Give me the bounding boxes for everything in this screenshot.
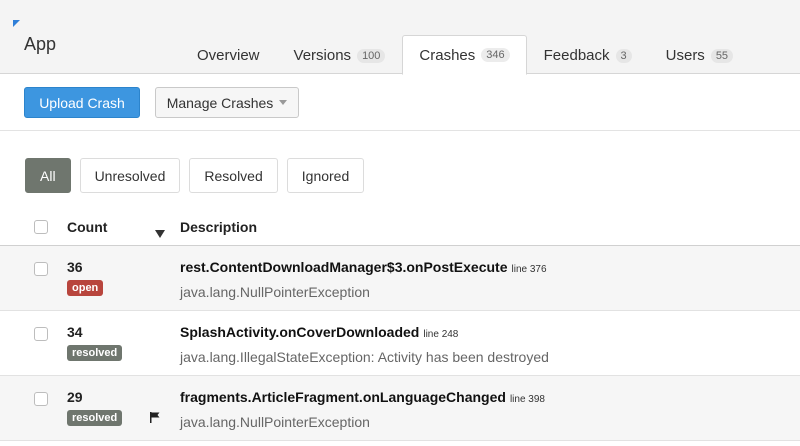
flag-icon <box>150 412 160 423</box>
status-badge: resolved <box>67 410 123 426</box>
tab-versions[interactable]: Versions 100 <box>277 35 403 75</box>
filter-resolved[interactable]: Resolved <box>189 158 278 193</box>
caret-down-icon <box>279 100 288 105</box>
tab-crashes[interactable]: Crashes 346 <box>402 35 527 75</box>
column-header-description[interactable]: Description <box>180 219 257 235</box>
tab-bar: Overview Versions 100 Crashes 346 Feedba… <box>180 35 750 75</box>
app-header: App Overview Versions 100 Crashes 346 Fe… <box>0 0 800 75</box>
table-row[interactable]: 29 resolved fragments.ArticleFragment.on… <box>0 376 800 441</box>
manage-crashes-dropdown[interactable]: Manage Crashes <box>155 87 299 118</box>
exception-text: java.lang.NullPointerException <box>180 414 370 430</box>
exception-text: java.lang.NullPointerException <box>180 284 370 300</box>
crash-count: 34 <box>67 324 83 340</box>
crash-count: 29 <box>67 389 83 405</box>
filter-ignored[interactable]: Ignored <box>286 158 365 193</box>
crash-count: 36 <box>67 259 83 275</box>
tab-overview[interactable]: Overview <box>180 35 277 75</box>
filter-group: All Unresolved Resolved Ignored <box>25 158 365 193</box>
count-badge: 55 <box>710 48 734 63</box>
tab-feedback[interactable]: Feedback 3 <box>527 35 649 75</box>
crash-table: Count Description 36 open rest.ContentDo… <box>0 206 800 441</box>
table-row[interactable]: 34 resolved SplashActivity.onCoverDownlo… <box>0 311 800 376</box>
row-checkbox[interactable] <box>34 327 48 341</box>
tab-label: Feedback <box>543 47 610 64</box>
crash-method[interactable]: fragments.ArticleFragment.onLanguageChan… <box>180 389 506 405</box>
status-badge: open <box>67 280 104 296</box>
filter-unresolved[interactable]: Unresolved <box>79 158 181 193</box>
status-badge: resolved <box>67 345 123 361</box>
table-header: Count Description <box>0 206 800 246</box>
crash-method[interactable]: SplashActivity.onCoverDownloaded <box>180 324 419 340</box>
count-badge: 3 <box>615 48 632 63</box>
crash-method[interactable]: rest.ContentDownloadManager$3.onPostExec… <box>180 259 508 275</box>
tab-label: Overview <box>197 47 260 64</box>
table-row[interactable]: 36 open rest.ContentDownloadManager$3.on… <box>0 246 800 311</box>
tab-users[interactable]: Users 55 <box>649 35 750 75</box>
line-number: line 248 <box>423 329 459 340</box>
row-checkbox[interactable] <box>34 392 48 406</box>
crash-title[interactable]: SplashActivity.onCoverDownloaded line 248 <box>180 324 458 340</box>
column-header-count[interactable]: Count <box>67 219 107 235</box>
count-badge: 346 <box>481 48 510 62</box>
crash-title[interactable]: rest.ContentDownloadManager$3.onPostExec… <box>180 259 547 275</box>
select-all-checkbox[interactable] <box>34 220 48 234</box>
tab-label: Users <box>665 47 705 64</box>
divider <box>0 130 800 131</box>
count-badge: 100 <box>357 48 386 63</box>
tab-label: Versions <box>293 47 352 64</box>
exception-text: java.lang.IllegalStateException: Activit… <box>180 349 549 365</box>
upload-crash-button[interactable]: Upload Crash <box>24 87 140 118</box>
crash-title[interactable]: fragments.ArticleFragment.onLanguageChan… <box>180 389 545 405</box>
app-title: App <box>24 34 57 54</box>
sort-desc-icon[interactable] <box>155 230 165 238</box>
manage-crashes-label: Manage Crashes <box>166 94 274 111</box>
corner-mark-icon <box>13 20 20 27</box>
line-number: line 398 <box>509 394 545 405</box>
row-checkbox[interactable] <box>34 262 48 276</box>
filter-all[interactable]: All <box>25 158 71 193</box>
line-number: line 376 <box>511 264 547 275</box>
tab-label: Crashes <box>419 46 476 64</box>
